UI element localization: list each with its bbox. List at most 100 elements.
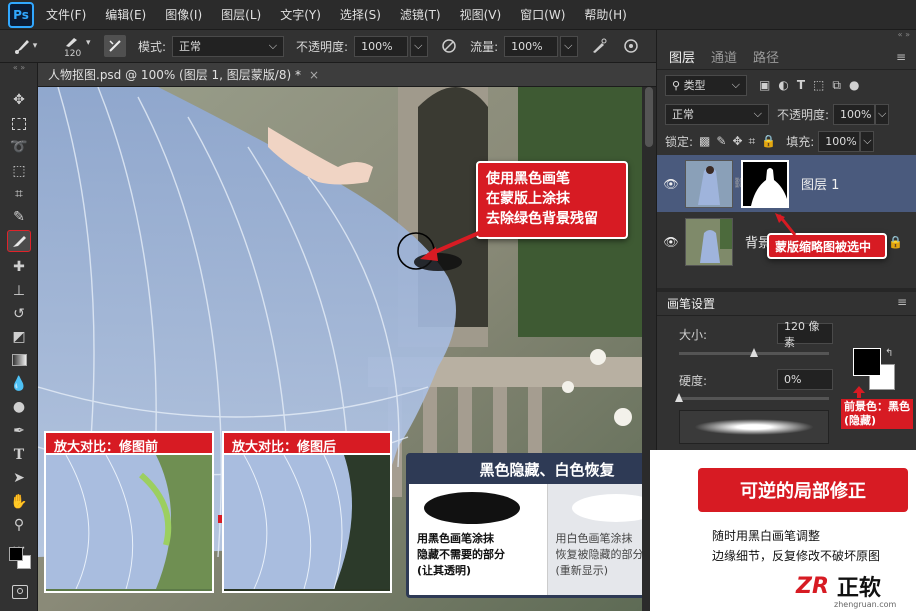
blend-mode-select[interactable]: 正常 ⌵ [665, 103, 769, 125]
menu-view[interactable]: 视图(V) [460, 6, 502, 23]
opacity-dropdown[interactable]: ⌵ [410, 35, 429, 57]
hardness-label: 硬度: [679, 374, 708, 388]
reversible-title: 可逆的局部修正 [698, 468, 908, 512]
dodge-tool-icon[interactable]: ● [7, 396, 31, 418]
menu-filter[interactable]: 滤镜(T) [400, 6, 441, 23]
layer-opacity-label: 不透明度: [777, 107, 830, 122]
eyedropper-tool-icon[interactable]: ✎ [7, 206, 31, 228]
lasso-tool-icon[interactable]: ➰ [7, 136, 31, 158]
menu-help[interactable]: 帮助(H) [584, 6, 626, 23]
menu-file[interactable]: 文件(F) [46, 6, 86, 23]
filter-smart-icon[interactable]: ⧉ [832, 78, 841, 93]
after-image [224, 454, 390, 590]
opacity-input[interactable]: 100% [354, 35, 409, 57]
swap-colors-icon[interactable]: ↰ [885, 348, 893, 359]
menu-image[interactable]: 图像(I) [165, 6, 202, 23]
pressure-opacity-icon[interactable] [440, 37, 458, 55]
crop-tool-icon[interactable]: ⌗ [7, 183, 31, 205]
mode-value: 正常 [179, 40, 202, 53]
after-label: 放大对比：修图后 [222, 431, 392, 455]
size-input[interactable]: 120 像素 [777, 320, 833, 349]
move-tool-icon[interactable]: ✥ [7, 89, 31, 111]
flow-dropdown[interactable]: ⌵ [560, 35, 579, 57]
filter-type-icon[interactable]: T [797, 78, 805, 92]
history-brush-tool-icon[interactable]: ↺ [7, 303, 31, 325]
photoshop-logo-icon: Ps [8, 1, 34, 28]
brand-logo: ZR 正软 [796, 570, 881, 602]
clone-stamp-tool-icon[interactable]: ⊥ [7, 280, 31, 302]
lock-transparent-icon[interactable]: ▩ [699, 134, 710, 148]
menu-layer[interactable]: 图层(L) [221, 6, 261, 23]
brush-size-readout: 120 [64, 49, 82, 59]
filter-pixel-icon[interactable]: ▣ [759, 78, 770, 92]
tab-layers[interactable]: 图层 [669, 47, 695, 66]
menu-edit[interactable]: 编辑(E) [105, 6, 146, 23]
tab-channels[interactable]: 通道 [711, 47, 737, 66]
flow-input[interactable]: 100% [504, 35, 559, 57]
document-tab[interactable]: 人物抠图.psd @ 100% (图层 1, 图层蒙版/8) * × [38, 63, 656, 87]
filter-shape-icon[interactable]: ⬚ [813, 78, 824, 92]
menu-window[interactable]: 窗口(W) [520, 6, 565, 23]
lock-all-icon[interactable]: 🔒 [761, 134, 776, 148]
visibility-eye-icon[interactable]: 👁 [657, 177, 685, 191]
visibility-eye-icon[interactable]: 👁 [657, 235, 685, 249]
lock-position-icon[interactable]: ✥ [732, 134, 742, 148]
brush-preset-picker[interactable]: 120 ▾ [50, 32, 100, 60]
lock-paint-icon[interactable]: ✎ [716, 134, 726, 148]
hand-tool-icon[interactable]: ✋ [7, 491, 31, 513]
canvas[interactable]: 使用黑色画笔 在蒙版上涂抹 去除绿色背景残留 放大对比：修图前 放大对比：修图后… [38, 87, 642, 611]
layer-thumbnail[interactable] [685, 159, 733, 208]
hardness-input[interactable]: 0% [777, 369, 833, 390]
fill-dropdown[interactable]: ⌵ [860, 130, 875, 152]
white-stroke-icon [571, 494, 642, 522]
pressure-size-icon[interactable] [622, 37, 640, 55]
fill-input[interactable]: 100% [818, 130, 861, 152]
opacity-value: 100% [361, 39, 393, 53]
brush-panel-menu-icon[interactable]: ≡ [897, 295, 907, 309]
brush-tip-icon [66, 38, 77, 47]
tool-preset-picker[interactable]: ▾ [0, 37, 50, 55]
pen-tool-icon[interactable]: ✒ [7, 420, 31, 442]
blur-tool-icon[interactable]: 💧 [7, 373, 31, 395]
brush-tool-icon[interactable] [7, 230, 31, 252]
filter-toggle-icon[interactable]: ● [849, 78, 859, 92]
zoom-tool-icon[interactable]: ⚲ [7, 514, 31, 536]
layer-filter-select[interactable]: ⚲ 类型 ⌵ [665, 74, 747, 96]
close-tab-icon[interactable]: × [309, 68, 319, 82]
blend-mode-value: 正常 [672, 108, 694, 121]
healing-brush-tool-icon[interactable]: ✚ [7, 256, 31, 278]
lock-label: 锁定: [665, 134, 694, 149]
document-title: 人物抠图.psd @ 100% (图层 1, 图层蒙版/8) * [48, 68, 301, 82]
black-stroke-icon [424, 492, 520, 524]
size-label: 大小: [679, 328, 708, 342]
mode-label: 模式: [138, 39, 167, 54]
path-select-tool-icon[interactable]: ➤ [7, 467, 31, 489]
mask-link-icon[interactable]: ⛓ [733, 178, 746, 189]
panel-menu-icon[interactable]: ≡ [896, 50, 906, 64]
foreground-color-chip[interactable] [853, 348, 881, 376]
tab-paths[interactable]: 路径 [753, 47, 779, 66]
airbrush-icon[interactable] [590, 37, 608, 55]
layer-name[interactable]: 图层 1 [801, 174, 839, 193]
object-select-tool-icon[interactable]: ⬚ [7, 160, 31, 182]
filter-adjust-icon[interactable]: ◐ [778, 78, 788, 92]
layer-mask-thumbnail[interactable] [741, 159, 789, 208]
background-thumbnail[interactable] [685, 217, 733, 266]
menu-type[interactable]: 文字(Y) [280, 6, 321, 23]
layer-row-layer-1[interactable]: 👁 ⛓ 图层 1 [657, 155, 916, 212]
mode-select[interactable]: 正常 ⌵ [172, 35, 285, 57]
size-value: 120 像素 [784, 319, 820, 349]
quick-mask-icon[interactable] [12, 585, 28, 599]
eraser-tool-icon[interactable]: ◩ [7, 326, 31, 348]
brush-settings-toggle[interactable] [104, 35, 126, 57]
menu-select[interactable]: 选择(S) [340, 6, 381, 23]
foreground-arrow-icon [853, 386, 865, 398]
hardness-slider-track[interactable] [679, 397, 829, 400]
brand-logo-mark: ZR [796, 573, 829, 599]
layer-opacity-dropdown[interactable]: ⌵ [875, 103, 890, 125]
marquee-tool-icon[interactable] [7, 113, 31, 135]
lock-artboard-icon[interactable]: ⌗ [749, 134, 756, 149]
type-tool-icon[interactable]: T [7, 444, 31, 466]
gradient-tool-icon[interactable] [7, 349, 31, 371]
layer-opacity-input[interactable]: 100% [833, 103, 876, 125]
